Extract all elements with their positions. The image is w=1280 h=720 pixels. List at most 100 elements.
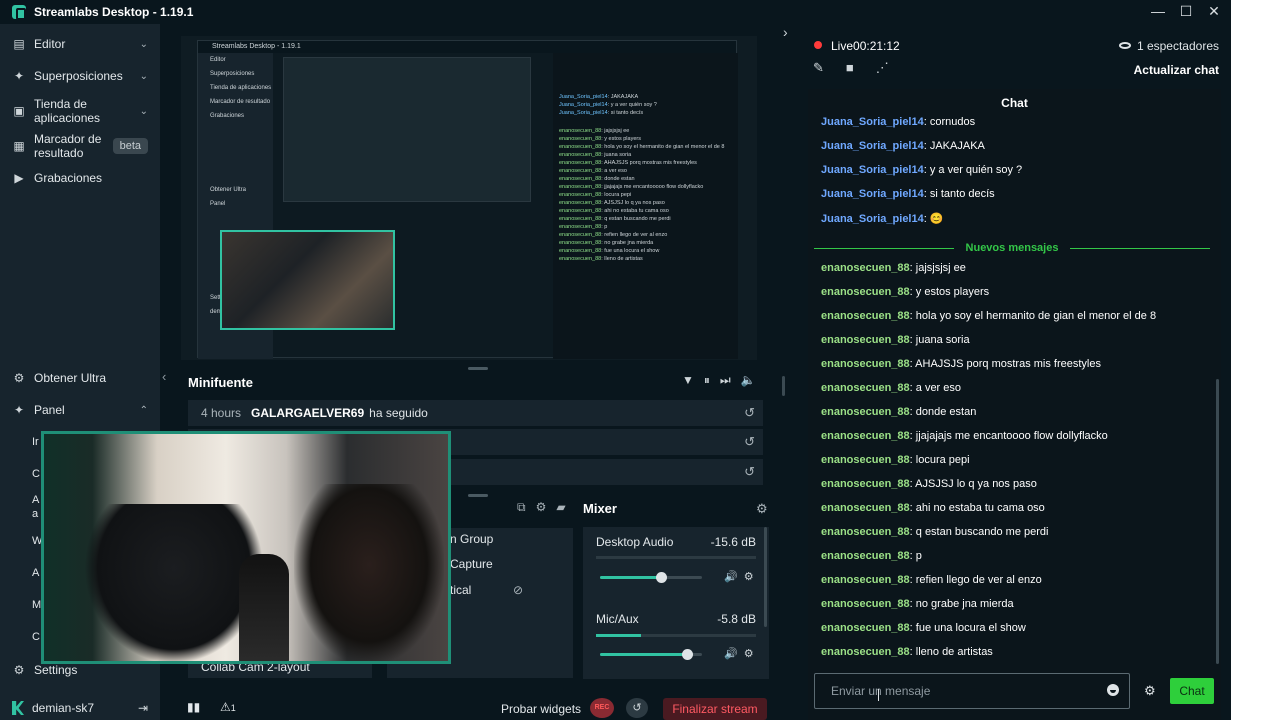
replay-icon[interactable]: ↺ [744, 464, 755, 480]
minimize-icon[interactable]: — [1151, 2, 1165, 20]
chat-username[interactable]: enanosecuen_88 [821, 310, 910, 322]
sidebar-item-scoreboard[interactable]: ▦ Marcador de resultado beta [0, 131, 160, 161]
scrollbar[interactable] [764, 527, 767, 627]
chat-username[interactable]: Juana_Soria_piel14 [821, 188, 924, 200]
sidebar-item-label: Superposiciones [34, 69, 123, 83]
chat-username[interactable]: enanosecuen_88 [821, 598, 910, 610]
chat-input[interactable] [815, 674, 1085, 708]
sidebar-subitem[interactable]: M [32, 599, 41, 611]
user-row[interactable]: demian-sk7 ⇥ [0, 696, 160, 720]
folder-icon[interactable]: ▰ [556, 500, 565, 515]
audio-meter [596, 556, 756, 559]
rec-button[interactable]: REC [590, 698, 614, 718]
sidebar-item-recordings[interactable]: ▶ Grabaciones [0, 170, 160, 186]
chat-username[interactable]: Juana_Soria_piel14 [821, 213, 924, 225]
skip-icon[interactable]: ⏭ [720, 373, 731, 388]
chat-username[interactable]: enanosecuen_88 [821, 406, 910, 418]
source-item[interactable]: n Group [450, 532, 493, 546]
chat-username[interactable]: enanosecuen_88 [821, 502, 910, 514]
chat-username[interactable]: enanosecuen_88 [821, 382, 910, 394]
gear-icon[interactable]: ⚙ [1144, 683, 1156, 699]
source-item[interactable]: Capture [450, 557, 493, 571]
collapse-sidebar-icon[interactable]: ‹ [162, 369, 166, 384]
mini-nav-item: Superposiciones [210, 71, 255, 77]
end-stream-button[interactable]: Finalizar stream [663, 698, 767, 720]
chat-username[interactable]: enanosecuen_88 [821, 358, 910, 370]
sidebar-item-label: Marcador de resultado [34, 132, 102, 160]
copy-icon[interactable]: ⧉ [517, 500, 526, 515]
gear-icon[interactable]: ⚙ [756, 501, 768, 517]
replay-buffer-button[interactable]: ↺ [626, 698, 648, 718]
mini-nav-item: Grabaciones [210, 113, 245, 119]
chevron-down-icon[interactable]: ⌄ [140, 39, 148, 50]
chat-username[interactable]: Juana_Soria_piel14 [821, 116, 924, 128]
chat-username[interactable]: Juana_Soria_piel14 [821, 140, 924, 152]
mixer-panel: Desktop Audio -15.6 dB 🔊 ⚙ Mic/Aux -5.8 … [583, 527, 769, 679]
chat-username[interactable]: enanosecuen_88 [821, 646, 910, 658]
scrollbar[interactable] [1216, 379, 1219, 664]
volume-slider[interactable] [600, 572, 702, 583]
share-icon[interactable]: ⋰ [876, 60, 889, 76]
close-icon[interactable]: ✕ [1207, 2, 1221, 20]
filter-icon[interactable]: ▼ [682, 373, 694, 388]
maximize-icon[interactable]: ☐ [1179, 2, 1193, 20]
edit-icon[interactable]: ✎ [813, 60, 824, 76]
sidebar-subitem[interactable]: A [32, 494, 39, 506]
sidebar-item-overlays[interactable]: ✦ Superposiciones ⌄ [0, 68, 160, 84]
source-item[interactable]: tical [450, 583, 471, 597]
stats-icon[interactable]: ▮▮ [187, 700, 200, 714]
volume-icon[interactable]: 🔈 [741, 373, 756, 388]
chat-text: : AJSJSJ lo q ya nos paso [909, 478, 1037, 490]
ultra-icon: ⚙ [13, 371, 25, 385]
logout-icon[interactable]: ⇥ [138, 701, 148, 715]
chat-input-box[interactable] [814, 673, 1130, 709]
replay-icon[interactable]: ↺ [744, 434, 755, 450]
gear-icon[interactable]: ⚙ [744, 647, 754, 660]
sidebar-subitem[interactable]: C [32, 631, 40, 643]
chat-username[interactable]: enanosecuen_88 [821, 478, 910, 490]
visibility-icon[interactable]: ⊘ [513, 583, 523, 597]
sidebar-subitem[interactable]: a [32, 508, 38, 520]
emoji-icon[interactable] [1107, 684, 1119, 696]
sidebar-item-ultra[interactable]: ⚙ Obtener Ultra [0, 370, 160, 386]
alert-icon[interactable]: ⚠1 [220, 700, 236, 714]
chat-username[interactable]: enanosecuen_88 [821, 622, 910, 634]
resize-handle[interactable] [468, 494, 488, 497]
volume-icon[interactable]: 🔊 [724, 570, 738, 583]
chat-username[interactable]: enanosecuen_88 [821, 286, 910, 298]
feed-row[interactable]: 4 hours GALARGAELVER69 ha seguido ↺ [188, 400, 763, 426]
refresh-chat-button[interactable]: Actualizar chat [1134, 63, 1219, 77]
camera-icon[interactable]: ■ [846, 60, 854, 76]
chat-username[interactable]: enanosecuen_88 [821, 334, 910, 346]
volume-slider[interactable] [600, 649, 702, 660]
chat-username[interactable]: enanosecuen_88 [821, 262, 910, 274]
test-widgets-button[interactable]: Probar widgets [501, 702, 581, 716]
chevron-down-icon[interactable]: ⌄ [140, 106, 148, 117]
scrollbar[interactable] [782, 376, 785, 396]
chat-send-button[interactable]: Chat [1170, 678, 1214, 704]
pause-icon[interactable]: ⏸ [704, 373, 710, 388]
chat-text: : no grabe jna mierda [909, 598, 1014, 610]
chat-username[interactable]: enanosecuen_88 [821, 526, 910, 538]
replay-icon[interactable]: ↺ [744, 405, 755, 421]
chat-username[interactable]: enanosecuen_88 [821, 430, 910, 442]
sidebar-subitem[interactable]: C [32, 468, 40, 480]
chevron-right-icon[interactable]: › [783, 24, 788, 40]
gear-icon[interactable]: ⚙ [744, 570, 754, 583]
volume-icon[interactable]: 🔊 [724, 647, 738, 660]
chat-text: : p [909, 550, 922, 562]
sidebar-item-settings[interactable]: ⚙ Settings [0, 662, 160, 678]
chevron-down-icon[interactable]: ⌄ [140, 71, 148, 82]
chat-username[interactable]: enanosecuen_88 [821, 550, 910, 562]
sidebar-item-panel[interactable]: ✦ Panel ⌃ [0, 402, 160, 418]
sidebar-subitem[interactable]: Ir [32, 436, 39, 448]
chat-username[interactable]: enanosecuen_88 [821, 574, 910, 586]
chat-username[interactable]: Juana_Soria_piel14 [821, 164, 924, 176]
chevron-up-icon[interactable]: ⌃ [140, 405, 148, 416]
sidebar-item-editor[interactable]: ▤ Editor ⌄ [0, 36, 160, 52]
sidebar-item-app-store[interactable]: ▣ Tienda de aplicaciones ⌄ [0, 96, 160, 126]
chat-username[interactable]: enanosecuen_88 [821, 454, 910, 466]
settings-icon[interactable]: ⚙ [536, 500, 547, 515]
webcam-overlay[interactable] [41, 431, 451, 664]
sidebar-subitem[interactable]: A [32, 567, 39, 579]
